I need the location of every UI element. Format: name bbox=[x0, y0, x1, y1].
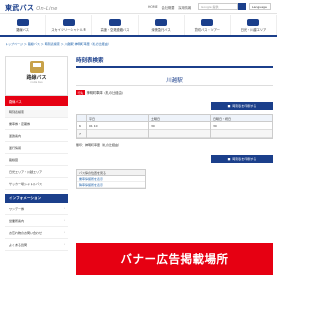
hour-header bbox=[77, 115, 86, 122]
bus-icon bbox=[29, 61, 44, 73]
highway-bus-icon bbox=[108, 18, 121, 26]
shuttle-icon bbox=[62, 18, 75, 26]
night-bus-icon bbox=[155, 18, 168, 26]
page-title: 時刻表検索 bbox=[76, 56, 273, 68]
column-header: 日曜日・祝日 bbox=[211, 115, 272, 122]
info-item-oneday[interactable]: ワンデー券 bbox=[5, 203, 68, 215]
sidebar-item-fare[interactable]: 運賃案内 bbox=[5, 130, 68, 142]
global-nav: 路線バス スカイツリーシャトル® 高速・空港連絡バス 深夜急行バス 貸切バス・ツ… bbox=[0, 15, 278, 37]
logo-sub: On-Line bbox=[36, 6, 58, 12]
info-item-faq[interactable]: よくある質問 bbox=[5, 239, 68, 251]
nav-skytree-shuttle[interactable]: スカイツリーシャトル® bbox=[46, 15, 93, 35]
site-header: 東武バス On-Line HOME 会社概要 採用情報 Google 提供 Lan… bbox=[0, 0, 277, 14]
sidebar-item-area[interactable]: 日光エリア・川越エリア bbox=[5, 166, 68, 178]
info-header: インフォメーション bbox=[5, 194, 68, 203]
route-name: 神明町車庫（札の辻経由） bbox=[86, 91, 125, 95]
sidebar-subtitle: route bus bbox=[30, 81, 43, 84]
stop-location-box: バス停の位置を見る 乗車停留所を表示 降車停留所を表示 bbox=[76, 169, 146, 189]
timetable-legend: 無印：神明町車庫（札の辻経由） bbox=[76, 143, 122, 147]
nav-label: 深夜急行バス bbox=[151, 27, 171, 32]
nav-charter-bus[interactable]: 貸切バス・ツアー bbox=[185, 15, 231, 35]
top-link-company[interactable]: 会社概要 bbox=[162, 5, 175, 10]
breadcrumb[interactable]: トップページ ＞ 路線バス ＞ 時刻表検索 ＞ 川越駅 神明町車庫（札の辻経由） bbox=[5, 42, 111, 46]
time-cell: 30 bbox=[149, 122, 210, 130]
language-select[interactable]: Language bbox=[249, 3, 271, 10]
nav-night-bus[interactable]: 深夜急行バス bbox=[139, 15, 185, 35]
sidebar-title: 路線バス bbox=[26, 75, 47, 81]
search-button[interactable] bbox=[238, 3, 246, 10]
print-row-2: 時刻表を印刷する bbox=[76, 155, 273, 163]
nav-label: 日光・川越エリア bbox=[240, 27, 267, 32]
nav-label: 路線バス bbox=[16, 27, 29, 32]
sidebar-item-soccer-shuttle[interactable]: サッカー場シャトルバス bbox=[5, 178, 68, 190]
print-timetable-button-2[interactable]: 時刻表を印刷する bbox=[211, 155, 273, 163]
site-logo[interactable]: 東武バス On-Line bbox=[5, 3, 58, 13]
route-tag: 行先 bbox=[76, 90, 85, 95]
timetable: 6 7 平日 01 10 土曜日 30 日曜日・祝日 30 bbox=[76, 114, 273, 139]
nav-area[interactable]: 日光・川越エリア bbox=[231, 15, 278, 35]
sidebar-item-route-bus[interactable]: 路線バス bbox=[5, 96, 68, 106]
logo-text: 東武バス bbox=[5, 4, 35, 12]
time-cell bbox=[149, 130, 210, 138]
sidebar-item-route-map[interactable]: 路線図 bbox=[5, 154, 68, 166]
sidebar: 路線バス route bus 路線バス 時刻表検索 乗車券・定期券 運賃案内 運… bbox=[5, 56, 68, 251]
stop-location-link[interactable]: 降車停留所を表示 bbox=[77, 182, 145, 188]
search-input[interactable]: Google 提供 bbox=[198, 3, 238, 10]
nav-label: 貸切バス・ツアー bbox=[194, 27, 220, 32]
sidebar-header: 路線バス route bus bbox=[5, 56, 68, 96]
nav-label: スカイツリーシャトル® bbox=[51, 27, 87, 32]
saturday-column: 土曜日 30 bbox=[149, 115, 211, 138]
column-header: 土曜日 bbox=[149, 115, 210, 122]
time-cell bbox=[87, 130, 148, 138]
top-links: HOME 会社概要 採用情報 bbox=[148, 5, 191, 10]
time-cell: 01 10 bbox=[87, 122, 148, 130]
sidebar-item-tickets[interactable]: 乗車券・定期券 bbox=[5, 118, 68, 130]
info-item-lost-found[interactable]: お忘れ物のお問い合わせ bbox=[5, 227, 68, 239]
main-content: 時刻表検索 川越駅 行先 神明町車庫（札の辻経由） 時刻表を印刷する 6 7 平… bbox=[76, 56, 273, 189]
weekday-column: 平日 01 10 bbox=[87, 115, 149, 138]
hour-column: 6 7 bbox=[77, 115, 87, 138]
time-cell bbox=[211, 130, 272, 138]
time-cell: 30 bbox=[211, 122, 272, 130]
bus-icon bbox=[16, 18, 29, 26]
charter-bus-icon bbox=[201, 18, 214, 26]
info-item-offices[interactable]: 営業所案内 bbox=[5, 215, 68, 227]
sidebar-item-timetable[interactable]: 時刻表検索 bbox=[5, 106, 68, 118]
ad-banner[interactable]: バナー広告掲載場所 bbox=[76, 243, 273, 275]
nav-route-bus[interactable]: 路線バス bbox=[0, 15, 47, 35]
area-icon bbox=[247, 18, 260, 26]
top-link-recruit[interactable]: 採用情報 bbox=[178, 5, 191, 10]
top-link-home[interactable]: HOME bbox=[148, 5, 158, 10]
print-timetable-button[interactable]: 時刻表を印刷する bbox=[211, 102, 273, 110]
column-header: 平日 bbox=[87, 115, 148, 122]
route-row: 行先 神明町車庫（札の辻経由） bbox=[76, 89, 273, 96]
hour-cell: 6 bbox=[77, 122, 86, 130]
nav-label: 高速・空港連絡バス bbox=[100, 27, 130, 32]
sidebar-item-service-info[interactable]: 運行情報 bbox=[5, 142, 68, 154]
holiday-column: 日曜日・祝日 30 bbox=[211, 115, 272, 138]
nav-highway-bus[interactable]: 高速・空港連絡バス bbox=[92, 15, 139, 35]
station-name: 川越駅 bbox=[76, 76, 273, 86]
print-row: 時刻表を印刷する bbox=[76, 102, 273, 110]
hour-cell: 7 bbox=[77, 130, 86, 138]
